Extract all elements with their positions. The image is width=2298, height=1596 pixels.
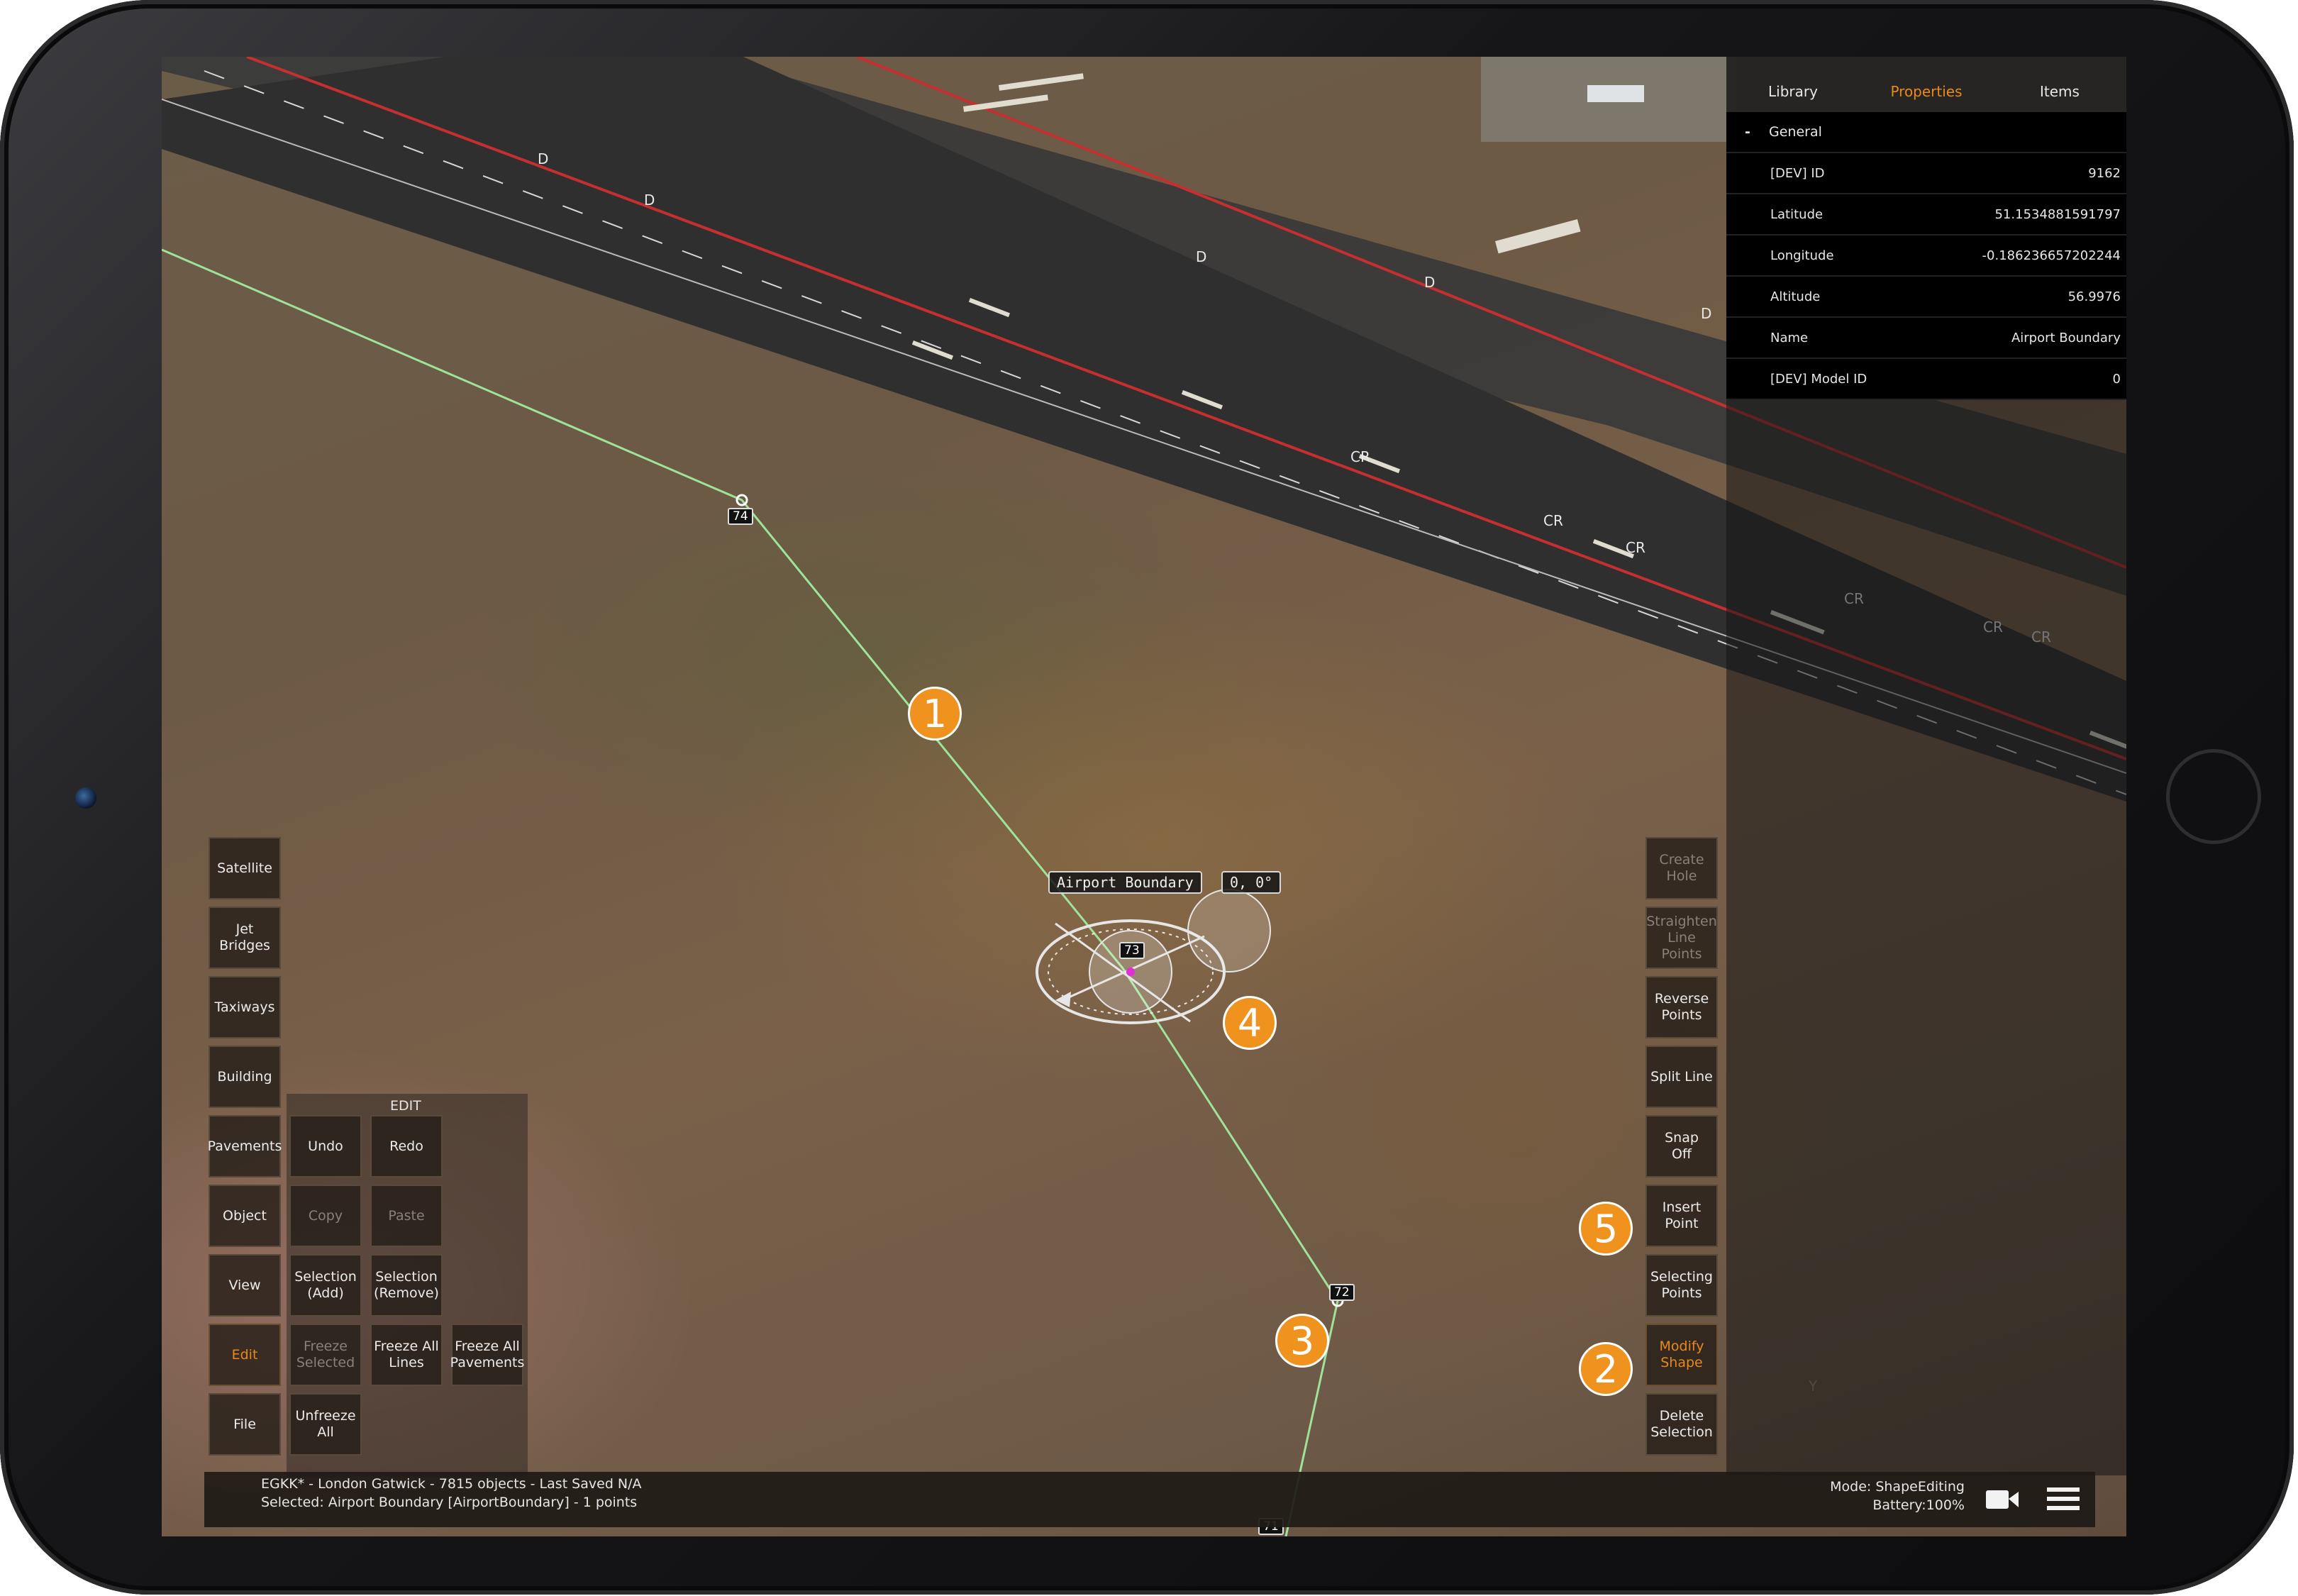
tab-properties[interactable]: Properties	[1860, 69, 1993, 100]
property-key: [DEV] Model ID	[1770, 371, 1867, 387]
app-screen: D D D D D CR CR CR CR CR CR Y 74 73 72 7…	[162, 57, 2126, 1536]
property-key: Altitude	[1770, 289, 1821, 304]
property-row-altitude: Altitude 56.9976	[1726, 277, 2126, 318]
runway-marking-cr: CR	[1626, 539, 1645, 556]
modify-shape-button[interactable]: Modify Shape	[1645, 1324, 1718, 1386]
property-row-latitude: Latitude 51.1534881591797	[1726, 194, 2126, 235]
satellite-button[interactable]: Satellite	[209, 837, 281, 899]
property-row-name: Name Airport Boundary	[1726, 318, 2126, 359]
undo-button[interactable]: Undo	[289, 1115, 362, 1177]
property-row-dev-id: [DEV] ID 9162	[1726, 153, 2126, 194]
property-row-model-id: [DEV] Model ID 0	[1726, 359, 2126, 400]
object-name-tag: Airport Boundary	[1048, 871, 1202, 894]
copy-button[interactable]: Copy	[289, 1185, 362, 1247]
redo-button[interactable]: Redo	[370, 1115, 443, 1177]
building-button[interactable]: Building	[209, 1046, 281, 1108]
selecting-points-button[interactable]: Selecting Points	[1645, 1254, 1718, 1317]
point-label-73[interactable]: 73	[1119, 942, 1145, 959]
home-button[interactable]	[2166, 749, 2261, 844]
callout-3: 3	[1275, 1314, 1329, 1368]
callout-5: 5	[1579, 1202, 1633, 1256]
snap-off-button[interactable]: Snap Off	[1645, 1115, 1718, 1177]
status-bar: EGKK* - London Gatwick - 7815 objects - …	[204, 1472, 2095, 1527]
edit-button[interactable]: Edit	[209, 1324, 281, 1386]
selection-remove-button[interactable]: Selection (Remove)	[370, 1254, 443, 1317]
callout-2: 2	[1579, 1342, 1633, 1396]
property-key: Name	[1770, 330, 1809, 345]
reverse-points-button[interactable]: Reverse Points	[1645, 976, 1718, 1038]
pavements-button[interactable]: Pavements	[208, 1115, 282, 1177]
general-section-header[interactable]: - General	[1726, 112, 2126, 153]
insert-point-button[interactable]: Insert Point	[1645, 1185, 1718, 1247]
property-value[interactable]: 0	[2113, 372, 2121, 387]
create-hole-button[interactable]: Create Hole	[1645, 837, 1718, 899]
tab-items[interactable]: Items	[1993, 69, 2126, 100]
hamburger-menu-icon[interactable]	[2047, 1485, 2080, 1513]
section-title: General	[1769, 124, 1822, 140]
tab-library[interactable]: Library	[1726, 69, 1860, 100]
freeze-selected-button[interactable]: Freeze Selected	[289, 1324, 362, 1386]
selection-add-button[interactable]: Selection (Add)	[289, 1254, 362, 1317]
property-value[interactable]: 56.9976	[2068, 289, 2121, 304]
property-key: [DEV] ID	[1770, 165, 1825, 181]
property-value[interactable]: 9162	[2088, 166, 2121, 181]
jet-bridges-button[interactable]: Jet Bridges	[209, 907, 281, 969]
video-camera-icon[interactable]	[1985, 1485, 2020, 1513]
tablet-frame: D D D D D CR CR CR CR CR CR Y 74 73 72 7…	[0, 0, 2294, 1595]
runway-marking-d: D	[1701, 305, 1712, 322]
property-key: Longitude	[1770, 248, 1834, 263]
runway-marking-d: D	[1196, 248, 1207, 265]
runway-marking-d: D	[644, 192, 655, 209]
callout-1: 1	[908, 687, 962, 741]
panel-tabs: Library Properties Items	[1726, 57, 2126, 112]
file-button[interactable]: File	[209, 1393, 281, 1456]
property-value[interactable]: 51.1534881591797	[1994, 207, 2121, 222]
taxiways-button[interactable]: Taxiways	[209, 976, 281, 1038]
point-label-72[interactable]: 72	[1329, 1284, 1355, 1301]
property-row-longitude: Longitude -0.186236657202244	[1726, 235, 2126, 277]
straighten-line-points-button[interactable]: Straighten Line Points	[1645, 907, 1718, 969]
status-battery: Battery:100%	[1872, 1497, 1965, 1513]
runway-marking-d: D	[538, 150, 549, 167]
freeze-all-lines-button[interactable]: Freeze All Lines	[370, 1324, 443, 1386]
split-line-button[interactable]: Split Line	[1645, 1046, 1718, 1108]
runway-marking-cr: CR	[1350, 448, 1370, 465]
delete-selection-button[interactable]: Delete Selection	[1645, 1393, 1718, 1456]
property-value[interactable]: Airport Boundary	[2011, 331, 2121, 345]
property-value[interactable]: -0.186236657202244	[1982, 248, 2121, 263]
status-mode: Mode: ShapeEditing	[1830, 1479, 1965, 1495]
point-label-74[interactable]: 74	[728, 508, 753, 525]
status-selection-info: Selected: Airport Boundary [AirportBound…	[261, 1495, 638, 1510]
runway-marking-d: D	[1424, 274, 1436, 291]
object-button[interactable]: Object	[209, 1185, 281, 1247]
freeze-all-pavements-button[interactable]: Freeze All Pavements	[450, 1324, 524, 1386]
unfreeze-all-button[interactable]: Unfreeze All	[289, 1393, 362, 1456]
front-camera	[75, 787, 96, 809]
callout-4: 4	[1223, 996, 1277, 1050]
property-key: Latitude	[1770, 206, 1824, 222]
collapse-toggle[interactable]: -	[1726, 124, 1769, 140]
edit-panel-title: EDIT	[390, 1098, 421, 1114]
runway-marking-cr: CR	[1543, 512, 1563, 529]
rotation-tag: 0, 0°	[1221, 871, 1282, 894]
paste-button[interactable]: Paste	[370, 1185, 443, 1247]
properties-panel: Library Properties Items - General [DEV]…	[1726, 57, 2126, 1475]
status-airport-info: EGKK* - London Gatwick - 7815 objects - …	[261, 1476, 642, 1492]
view-button[interactable]: View	[209, 1254, 281, 1317]
